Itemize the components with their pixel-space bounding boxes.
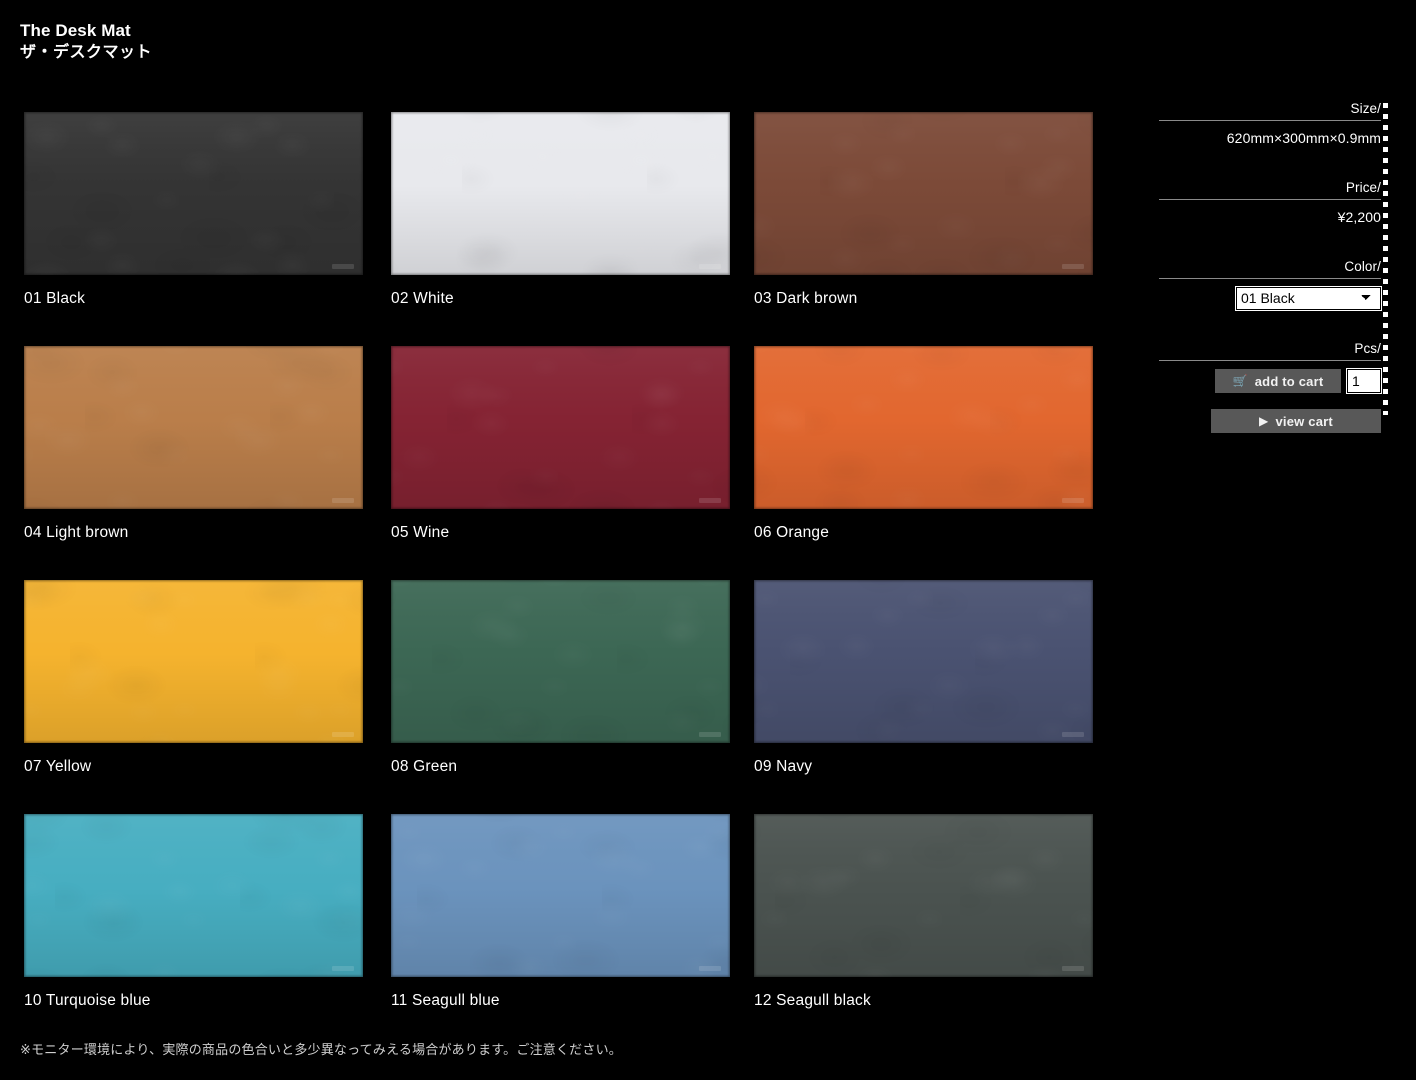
desk-mat-logo-mark [332, 966, 354, 971]
swatch-edge-shadow [24, 346, 363, 509]
shopping-cart-icon: 🛒 [1232, 374, 1248, 388]
swatch-cell: 08 Green [387, 580, 750, 814]
swatch-cell: 05 Wine [387, 346, 750, 580]
swatch-image[interactable] [391, 112, 730, 275]
swatch-label: 10 Turquoise blue [24, 992, 151, 1009]
swatch-label: 08 Green [391, 758, 458, 775]
swatch-edge-shadow [391, 814, 730, 977]
swatch-edge-shadow [24, 580, 363, 743]
swatch-image[interactable] [754, 346, 1093, 509]
desk-mat-logo-mark [1062, 498, 1084, 503]
desk-mat-logo-mark [332, 264, 354, 269]
swatch-label: 09 Navy [754, 758, 813, 775]
swatch-edge-shadow [391, 112, 730, 275]
swatch-edge-shadow [391, 346, 730, 509]
swatch-image[interactable] [24, 346, 363, 509]
color-select[interactable]: 01 Black02 White03 Dark brown04 Light br… [1235, 286, 1382, 311]
view-cart-button[interactable]: ▶ view cart [1211, 409, 1381, 433]
swatch-label: 03 Dark brown [754, 290, 858, 307]
price-value: ¥2,200 [1337, 209, 1381, 225]
desk-mat-logo-mark [699, 966, 721, 971]
desk-mat-logo-mark [1062, 732, 1084, 737]
swatch-cell: 02 White [387, 112, 750, 346]
swatch-label: 07 Yellow [24, 758, 92, 775]
swatch-image[interactable] [24, 580, 363, 743]
swatch-cell: 11 Seagull blue [387, 814, 750, 1048]
color-disclaimer-note: ※モニター環境により、実際の商品の色合いと多少異なってみえる場合があります。ご注… [20, 1042, 622, 1057]
swatch-label: 06 Orange [754, 524, 830, 541]
size-field: Size/ 620mm×300mm×0.9mm [1159, 100, 1381, 147]
desk-mat-logo-mark [332, 498, 354, 503]
spacer-price-color [1159, 226, 1381, 258]
desk-mat-logo-mark [332, 732, 354, 737]
view-cart-label: view cart [1275, 413, 1333, 429]
swatch-edge-shadow [754, 580, 1093, 743]
desk-mat-logo-mark [699, 498, 721, 503]
swatch-label: 01 Black [24, 290, 86, 307]
swatch-cell: 01 Black [24, 112, 387, 346]
desk-mat-logo-mark [1062, 264, 1084, 269]
desk-mat-logo-mark [699, 264, 721, 269]
swatch-edge-shadow [754, 814, 1093, 977]
swatch-label: 05 Wine [391, 524, 450, 541]
spacer-color-pcs [1159, 310, 1381, 340]
spacer-size-price [1159, 147, 1381, 179]
purchase-panel: Size/ 620mm×300mm×0.9mm Price/ ¥2,200 Co… [1159, 100, 1382, 433]
size-value: 620mm×300mm×0.9mm [1226, 130, 1381, 146]
page-header: The Desk Mat ザ・デスクマット [20, 20, 152, 64]
swatch-cell: 09 Navy [750, 580, 1113, 814]
swatch-edge-shadow [754, 346, 1093, 509]
swatch-image[interactable] [391, 814, 730, 977]
swatch-image[interactable] [754, 580, 1093, 743]
swatch-label: 04 Light brown [24, 524, 129, 541]
swatch-image[interactable] [754, 814, 1093, 977]
swatch-label: 11 Seagull blue [391, 992, 500, 1009]
swatch-cell: 03 Dark brown [750, 112, 1113, 346]
swatch-edge-shadow [754, 112, 1093, 275]
color-select-wrap: 01 Black02 White03 Dark brown04 Light br… [1159, 279, 1382, 311]
swatch-label: 12 Seagull black [754, 992, 871, 1009]
swatch-cell: 12 Seagull black [750, 814, 1113, 1048]
dotted-divider [1383, 103, 1388, 415]
swatch-edge-shadow [24, 112, 363, 275]
add-to-cart-label: add to cart [1254, 373, 1324, 389]
swatch-edge-shadow [24, 814, 363, 977]
swatch-label: 02 White [391, 290, 454, 307]
swatch-image[interactable] [24, 112, 363, 275]
swatch-edge-shadow [391, 580, 730, 743]
color-field: Color/ 01 Black02 White03 Dark brown04 L… [1159, 258, 1382, 311]
pcs-label: Pcs/ [1354, 341, 1381, 356]
quantity-input[interactable] [1346, 368, 1382, 394]
pcs-field: Pcs/ 🛒 add to cart ▶ view cart [1159, 340, 1382, 433]
page-title-jp: ザ・デスクマット [20, 44, 153, 61]
color-label: Color/ [1344, 259, 1381, 274]
page-title-en: The Desk Mat [20, 21, 131, 40]
cart-row: 🛒 add to cart [1159, 361, 1382, 394]
swatch-image[interactable] [754, 112, 1093, 275]
color-swatch-grid: 01 Black 02 White 03 Dark brown 04 Light br… [24, 112, 1114, 1048]
swatch-image[interactable] [391, 346, 730, 509]
swatch-cell: 07 Yellow [24, 580, 387, 814]
price-label: Price/ [1345, 180, 1381, 195]
swatch-image[interactable] [24, 814, 363, 977]
swatch-cell: 10 Turquoise blue [24, 814, 387, 1048]
swatch-cell: 06 Orange [750, 346, 1113, 580]
desk-mat-logo-mark [699, 732, 721, 737]
add-to-cart-button[interactable]: 🛒 add to cart [1215, 369, 1341, 393]
desk-mat-logo-mark [1062, 966, 1084, 971]
swatch-cell: 04 Light brown [24, 346, 387, 580]
size-label: Size/ [1350, 101, 1381, 116]
play-triangle-icon: ▶ [1259, 414, 1269, 428]
price-field: Price/ ¥2,200 [1159, 179, 1381, 226]
swatch-image[interactable] [391, 580, 730, 743]
